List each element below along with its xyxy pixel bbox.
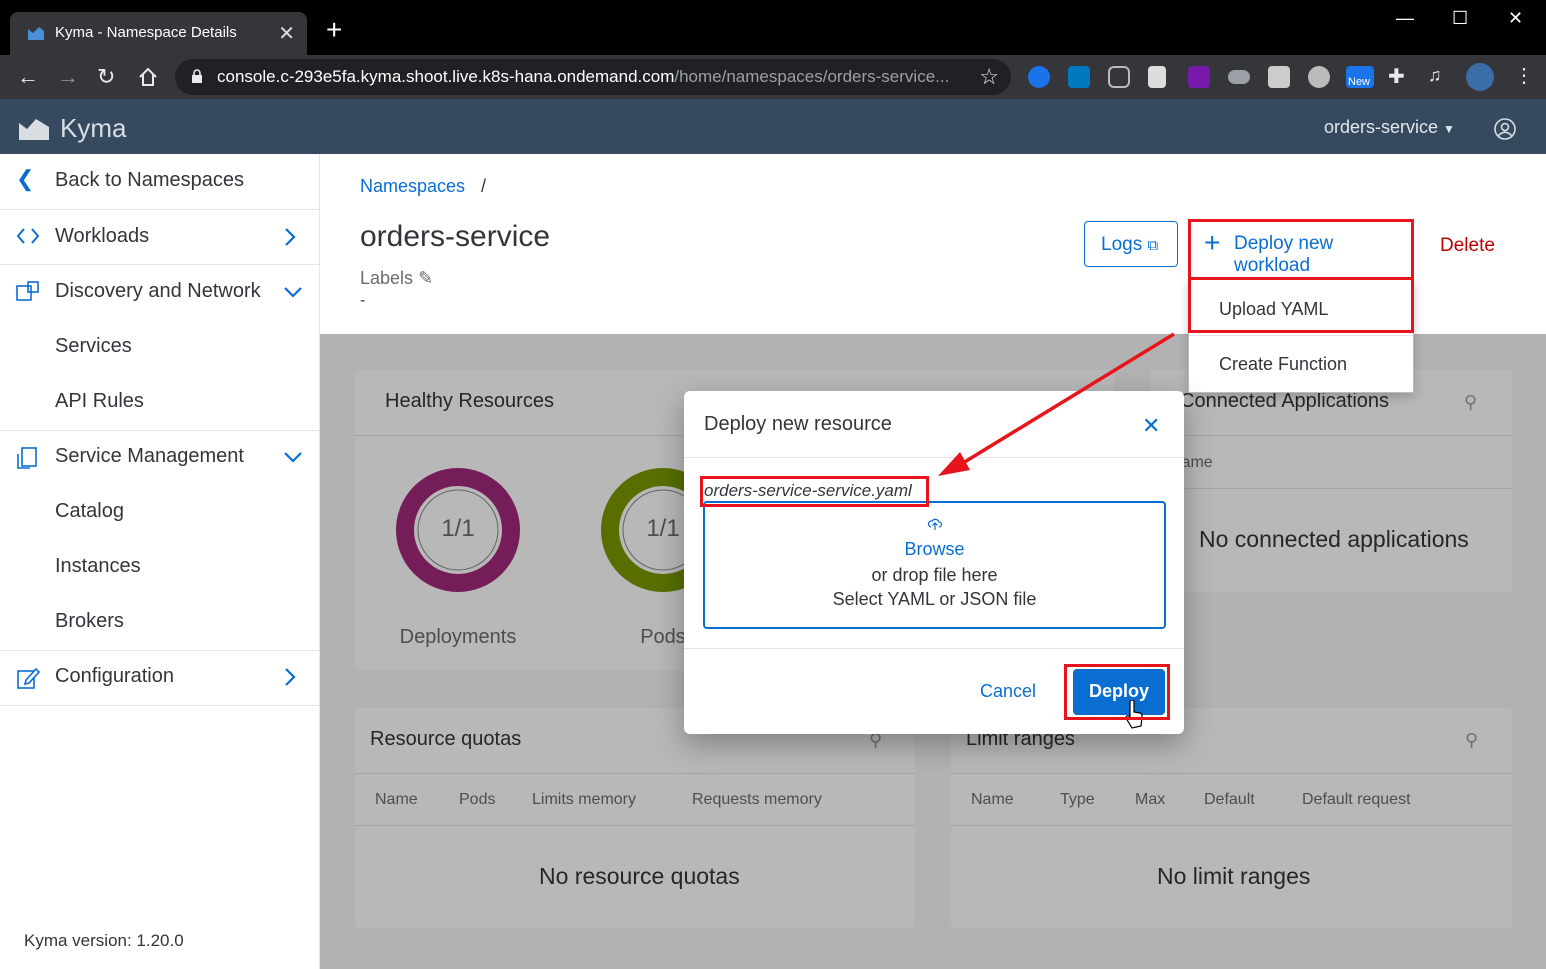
browser-tab[interactable]: Kyma - Namespace Details ✕ bbox=[10, 12, 307, 55]
password-manager-icon[interactable] bbox=[1028, 66, 1050, 88]
pocket-icon[interactable] bbox=[1108, 66, 1130, 88]
kyma-logo-icon bbox=[19, 118, 49, 140]
namespace-selector-label: orders-service bbox=[1324, 117, 1439, 137]
divider bbox=[684, 648, 1184, 649]
namespace-selector[interactable]: orders-service ▼ bbox=[1324, 117, 1455, 138]
drop-hint: or drop file here bbox=[871, 565, 998, 585]
lock-icon bbox=[192, 69, 202, 83]
browser-menu-icon[interactable]: ⋮ bbox=[1514, 63, 1536, 87]
divider bbox=[1189, 335, 1413, 336]
back-arrow-icon[interactable]: ← bbox=[17, 64, 39, 90]
cancel-button[interactable]: Cancel bbox=[980, 681, 1036, 702]
document-icon[interactable] bbox=[1148, 66, 1166, 88]
annotation-arrow bbox=[938, 332, 1175, 476]
new-tab-icon[interactable]: + bbox=[326, 14, 342, 46]
labels-label: Labels ✎ bbox=[360, 268, 433, 289]
home-icon[interactable] bbox=[138, 67, 158, 87]
new-badge: New bbox=[1348, 76, 1371, 88]
breadcrumb-namespaces-link[interactable]: Namespaces bbox=[360, 176, 465, 196]
media-control-icon[interactable]: ♫ bbox=[1428, 65, 1450, 87]
user-account-icon[interactable] bbox=[1493, 117, 1517, 141]
selected-file-name: orders-service-service.yaml bbox=[704, 481, 912, 500]
menu-item-create-function[interactable]: Create Function bbox=[1219, 354, 1347, 375]
new-extension-icon[interactable]: New bbox=[1346, 66, 1374, 88]
profile-avatar[interactable] bbox=[1466, 63, 1494, 91]
settings-gear-icon[interactable] bbox=[1308, 66, 1330, 88]
deploy-button[interactable]: Deploy bbox=[1073, 669, 1165, 715]
app-header: Kyma orders-service ▼ bbox=[0, 99, 1546, 154]
plus-icon: + bbox=[1204, 227, 1221, 258]
labels-text: Labels bbox=[360, 268, 414, 288]
screenshot-icon[interactable] bbox=[1268, 66, 1290, 88]
pencil-icon[interactable]: ✎ bbox=[418, 268, 433, 288]
external-link-icon: ⧉ bbox=[1147, 237, 1159, 254]
file-dropzone[interactable]: Browse or drop file here Select YAML or … bbox=[703, 501, 1166, 629]
menu-item-upload-yaml[interactable]: Upload YAML bbox=[1219, 299, 1328, 320]
deploy-new-workload-label: Deploy new workload bbox=[1234, 233, 1334, 276]
logo-text: Kyma bbox=[60, 113, 127, 143]
breadcrumb: Namespaces / bbox=[360, 176, 486, 197]
onenote-icon[interactable] bbox=[1188, 66, 1210, 88]
browse-link[interactable]: Browse bbox=[705, 539, 1164, 560]
browser-tab-bar: Kyma - Namespace Details ✕ + — ☐ ✕ bbox=[0, 0, 1546, 55]
labels-value: - bbox=[360, 292, 366, 309]
page-title: orders-service bbox=[360, 220, 551, 253]
minimize-icon[interactable]: — bbox=[1396, 8, 1414, 29]
tab-title: Kyma - Namespace Details bbox=[55, 24, 237, 41]
deploy-new-workload-button[interactable]: + Deploy new workload bbox=[1190, 221, 1412, 276]
logs-button[interactable]: Logs ⧉ bbox=[1084, 221, 1178, 267]
deploy-workload-menu: Upload YAML Create Function bbox=[1188, 278, 1414, 393]
delete-button[interactable]: Delete bbox=[1440, 235, 1495, 257]
trello-icon[interactable] bbox=[1068, 66, 1090, 88]
caret-down-icon: ▼ bbox=[1443, 122, 1455, 136]
reload-icon[interactable]: ↻ bbox=[97, 64, 115, 90]
extensions-puzzle-icon[interactable]: ✚ bbox=[1388, 64, 1410, 88]
bookmark-star-icon[interactable]: ☆ bbox=[979, 64, 999, 90]
breadcrumb-separator: / bbox=[481, 176, 487, 196]
cloud-icon[interactable] bbox=[1228, 70, 1250, 84]
maximize-icon[interactable]: ☐ bbox=[1452, 8, 1468, 29]
hand-cursor-icon bbox=[1125, 700, 1143, 729]
url-text: console.c-293e5fa.kyma.shoot.live.k8s-ha… bbox=[217, 67, 950, 86]
forward-arrow-icon[interactable]: → bbox=[57, 64, 79, 90]
upload-cloud-icon bbox=[927, 518, 943, 530]
dialog-title: Deploy new resource bbox=[704, 413, 892, 435]
kyma-favicon-icon bbox=[28, 27, 44, 40]
tab-close-icon[interactable]: ✕ bbox=[278, 21, 295, 46]
address-bar[interactable]: console.c-293e5fa.kyma.shoot.live.k8s-ha… bbox=[175, 59, 1011, 95]
browser-toolbar: ← → ↻ console.c-293e5fa.kyma.shoot.live.… bbox=[0, 55, 1546, 99]
scrim-sidebar bbox=[0, 154, 320, 969]
window-close-icon[interactable]: ✕ bbox=[1508, 8, 1523, 29]
logs-button-label: Logs bbox=[1101, 234, 1143, 255]
kyma-logo[interactable]: Kyma bbox=[18, 113, 126, 144]
file-type-hint: Select YAML or JSON file bbox=[832, 589, 1037, 609]
